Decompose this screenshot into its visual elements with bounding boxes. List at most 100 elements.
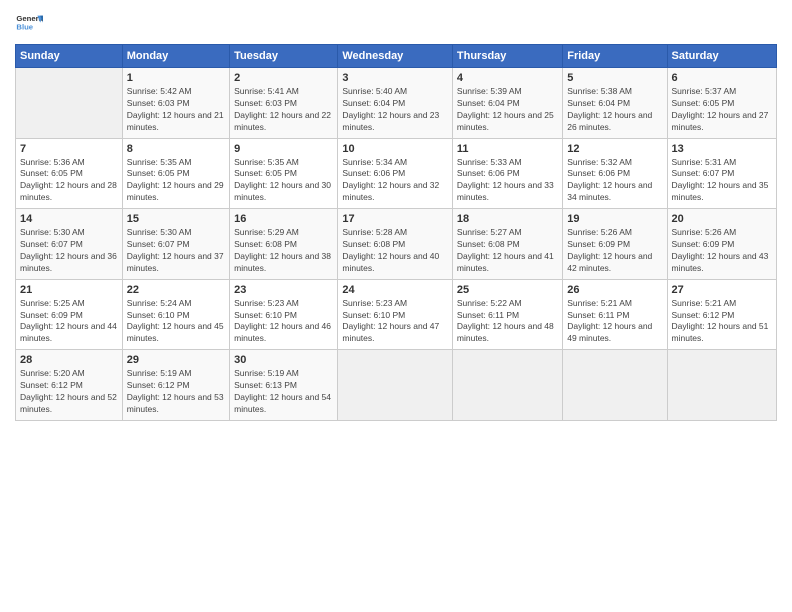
weekday-header-saturday: Saturday bbox=[667, 45, 776, 68]
cell-day-number: 7 bbox=[20, 143, 118, 155]
calendar-cell: 3 Sunrise: 5:40 AMSunset: 6:04 PMDaylight… bbox=[338, 68, 453, 139]
calendar-cell: 15 Sunrise: 5:30 AMSunset: 6:07 PMDayligh… bbox=[122, 209, 229, 280]
cell-sun-info: Sunrise: 5:23 AMSunset: 6:10 PMDaylight:… bbox=[342, 298, 448, 346]
calendar-cell bbox=[563, 350, 667, 421]
cell-day-number: 9 bbox=[234, 143, 333, 155]
calendar-cell: 7 Sunrise: 5:36 AMSunset: 6:05 PMDaylight… bbox=[16, 138, 123, 209]
cell-sun-info: Sunrise: 5:20 AMSunset: 6:12 PMDaylight:… bbox=[20, 368, 118, 416]
cell-sun-info: Sunrise: 5:19 AMSunset: 6:12 PMDaylight:… bbox=[127, 368, 225, 416]
cell-day-number: 6 bbox=[672, 72, 772, 84]
weekday-header-tuesday: Tuesday bbox=[230, 45, 338, 68]
calendar-cell: 6 Sunrise: 5:37 AMSunset: 6:05 PMDaylight… bbox=[667, 68, 776, 139]
calendar-cell: 11 Sunrise: 5:33 AMSunset: 6:06 PMDayligh… bbox=[452, 138, 562, 209]
cell-day-number: 4 bbox=[457, 72, 558, 84]
cell-day-number: 21 bbox=[20, 284, 118, 296]
calendar-cell: 17 Sunrise: 5:28 AMSunset: 6:08 PMDayligh… bbox=[338, 209, 453, 280]
page-header: General Blue bbox=[15, 10, 777, 38]
cell-day-number: 25 bbox=[457, 284, 558, 296]
calendar-week-row: 28 Sunrise: 5:20 AMSunset: 6:12 PMDayligh… bbox=[16, 350, 777, 421]
cell-day-number: 3 bbox=[342, 72, 448, 84]
cell-sun-info: Sunrise: 5:37 AMSunset: 6:05 PMDaylight:… bbox=[672, 86, 772, 134]
cell-day-number: 16 bbox=[234, 213, 333, 225]
calendar-cell: 27 Sunrise: 5:21 AMSunset: 6:12 PMDayligh… bbox=[667, 279, 776, 350]
cell-sun-info: Sunrise: 5:27 AMSunset: 6:08 PMDaylight:… bbox=[457, 227, 558, 275]
cell-day-number: 2 bbox=[234, 72, 333, 84]
cell-sun-info: Sunrise: 5:28 AMSunset: 6:08 PMDaylight:… bbox=[342, 227, 448, 275]
calendar-cell: 23Sunrise: 5:23 AMSunset: 6:10 PMDayligh… bbox=[230, 279, 338, 350]
calendar-cell: 1 Sunrise: 5:42 AMSunset: 6:03 PMDaylight… bbox=[122, 68, 229, 139]
calendar-week-row: 7 Sunrise: 5:36 AMSunset: 6:05 PMDaylight… bbox=[16, 138, 777, 209]
calendar-table: SundayMondayTuesdayWednesdayThursdayFrid… bbox=[15, 44, 777, 421]
calendar-cell: 16 Sunrise: 5:29 AMSunset: 6:08 PMDayligh… bbox=[230, 209, 338, 280]
cell-day-number: 28 bbox=[20, 354, 118, 366]
calendar-cell: 9 Sunrise: 5:35 AMSunset: 6:05 PMDaylight… bbox=[230, 138, 338, 209]
cell-day-number: 15 bbox=[127, 213, 225, 225]
cell-day-number: 8 bbox=[127, 143, 225, 155]
calendar-cell: 24 Sunrise: 5:23 AMSunset: 6:10 PMDayligh… bbox=[338, 279, 453, 350]
calendar-cell: 19Sunrise: 5:26 AMSunset: 6:09 PMDayligh… bbox=[563, 209, 667, 280]
cell-day-number: 18 bbox=[457, 213, 558, 225]
cell-day-number: 10 bbox=[342, 143, 448, 155]
weekday-header-wednesday: Wednesday bbox=[338, 45, 453, 68]
cell-sun-info: Sunrise: 5:32 AMSunset: 6:06 PMDaylight:… bbox=[567, 157, 662, 205]
calendar-cell: 14 Sunrise: 5:30 AMSunset: 6:07 PMDayligh… bbox=[16, 209, 123, 280]
page-container: General Blue SundayMondayTuesdayWednesda… bbox=[0, 0, 792, 612]
calendar-cell bbox=[338, 350, 453, 421]
calendar-cell: 22Sunrise: 5:24 AMSunset: 6:10 PMDayligh… bbox=[122, 279, 229, 350]
weekday-header-thursday: Thursday bbox=[452, 45, 562, 68]
cell-sun-info: Sunrise: 5:24 AMSunset: 6:10 PMDaylight:… bbox=[127, 298, 225, 346]
calendar-cell: 12Sunrise: 5:32 AMSunset: 6:06 PMDayligh… bbox=[563, 138, 667, 209]
cell-sun-info: Sunrise: 5:33 AMSunset: 6:06 PMDaylight:… bbox=[457, 157, 558, 205]
cell-sun-info: Sunrise: 5:42 AMSunset: 6:03 PMDaylight:… bbox=[127, 86, 225, 134]
calendar-cell bbox=[16, 68, 123, 139]
weekday-header-row: SundayMondayTuesdayWednesdayThursdayFrid… bbox=[16, 45, 777, 68]
cell-sun-info: Sunrise: 5:30 AMSunset: 6:07 PMDaylight:… bbox=[127, 227, 225, 275]
logo: General Blue bbox=[15, 10, 43, 38]
calendar-cell bbox=[452, 350, 562, 421]
cell-sun-info: Sunrise: 5:30 AMSunset: 6:07 PMDaylight:… bbox=[20, 227, 118, 275]
cell-sun-info: Sunrise: 5:35 AMSunset: 6:05 PMDaylight:… bbox=[234, 157, 333, 205]
calendar-cell: 25 Sunrise: 5:22 AMSunset: 6:11 PMDayligh… bbox=[452, 279, 562, 350]
cell-sun-info: Sunrise: 5:41 AMSunset: 6:03 PMDaylight:… bbox=[234, 86, 333, 134]
weekday-header-monday: Monday bbox=[122, 45, 229, 68]
cell-day-number: 5 bbox=[567, 72, 662, 84]
cell-day-number: 24 bbox=[342, 284, 448, 296]
cell-day-number: 17 bbox=[342, 213, 448, 225]
calendar-cell: 18 Sunrise: 5:27 AMSunset: 6:08 PMDayligh… bbox=[452, 209, 562, 280]
calendar-cell: 28 Sunrise: 5:20 AMSunset: 6:12 PMDayligh… bbox=[16, 350, 123, 421]
cell-day-number: 1 bbox=[127, 72, 225, 84]
cell-sun-info: Sunrise: 5:35 AMSunset: 6:05 PMDaylight:… bbox=[127, 157, 225, 205]
calendar-cell: 20 Sunrise: 5:26 AMSunset: 6:09 PMDayligh… bbox=[667, 209, 776, 280]
calendar-cell: 8 Sunrise: 5:35 AMSunset: 6:05 PMDaylight… bbox=[122, 138, 229, 209]
cell-day-number: 23 bbox=[234, 284, 333, 296]
calendar-week-row: 21 Sunrise: 5:25 AMSunset: 6:09 PMDayligh… bbox=[16, 279, 777, 350]
cell-day-number: 13 bbox=[672, 143, 772, 155]
calendar-cell: 21 Sunrise: 5:25 AMSunset: 6:09 PMDayligh… bbox=[16, 279, 123, 350]
cell-sun-info: Sunrise: 5:26 AMSunset: 6:09 PMDaylight:… bbox=[567, 227, 662, 275]
cell-sun-info: Sunrise: 5:36 AMSunset: 6:05 PMDaylight:… bbox=[20, 157, 118, 205]
cell-day-number: 30 bbox=[234, 354, 333, 366]
cell-sun-info: Sunrise: 5:21 AMSunset: 6:12 PMDaylight:… bbox=[672, 298, 772, 346]
cell-sun-info: Sunrise: 5:22 AMSunset: 6:11 PMDaylight:… bbox=[457, 298, 558, 346]
calendar-cell: 5 Sunrise: 5:38 AMSunset: 6:04 PMDaylight… bbox=[563, 68, 667, 139]
calendar-cell: 4Sunrise: 5:39 AMSunset: 6:04 PMDaylight… bbox=[452, 68, 562, 139]
cell-day-number: 20 bbox=[672, 213, 772, 225]
calendar-cell bbox=[667, 350, 776, 421]
cell-day-number: 27 bbox=[672, 284, 772, 296]
cell-sun-info: Sunrise: 5:25 AMSunset: 6:09 PMDaylight:… bbox=[20, 298, 118, 346]
calendar-cell: 13 Sunrise: 5:31 AMSunset: 6:07 PMDayligh… bbox=[667, 138, 776, 209]
calendar-cell: 26Sunrise: 5:21 AMSunset: 6:11 PMDayligh… bbox=[563, 279, 667, 350]
cell-sun-info: Sunrise: 5:31 AMSunset: 6:07 PMDaylight:… bbox=[672, 157, 772, 205]
calendar-week-row: 1 Sunrise: 5:42 AMSunset: 6:03 PMDaylight… bbox=[16, 68, 777, 139]
weekday-header-sunday: Sunday bbox=[16, 45, 123, 68]
cell-day-number: 14 bbox=[20, 213, 118, 225]
calendar-week-row: 14 Sunrise: 5:30 AMSunset: 6:07 PMDayligh… bbox=[16, 209, 777, 280]
cell-day-number: 11 bbox=[457, 143, 558, 155]
svg-text:Blue: Blue bbox=[16, 23, 33, 32]
calendar-cell: 30Sunrise: 5:19 AMSunset: 6:13 PMDayligh… bbox=[230, 350, 338, 421]
cell-sun-info: Sunrise: 5:29 AMSunset: 6:08 PMDaylight:… bbox=[234, 227, 333, 275]
cell-sun-info: Sunrise: 5:38 AMSunset: 6:04 PMDaylight:… bbox=[567, 86, 662, 134]
logo-icon: General Blue bbox=[15, 10, 43, 38]
cell-sun-info: Sunrise: 5:26 AMSunset: 6:09 PMDaylight:… bbox=[672, 227, 772, 275]
cell-sun-info: Sunrise: 5:40 AMSunset: 6:04 PMDaylight:… bbox=[342, 86, 448, 134]
